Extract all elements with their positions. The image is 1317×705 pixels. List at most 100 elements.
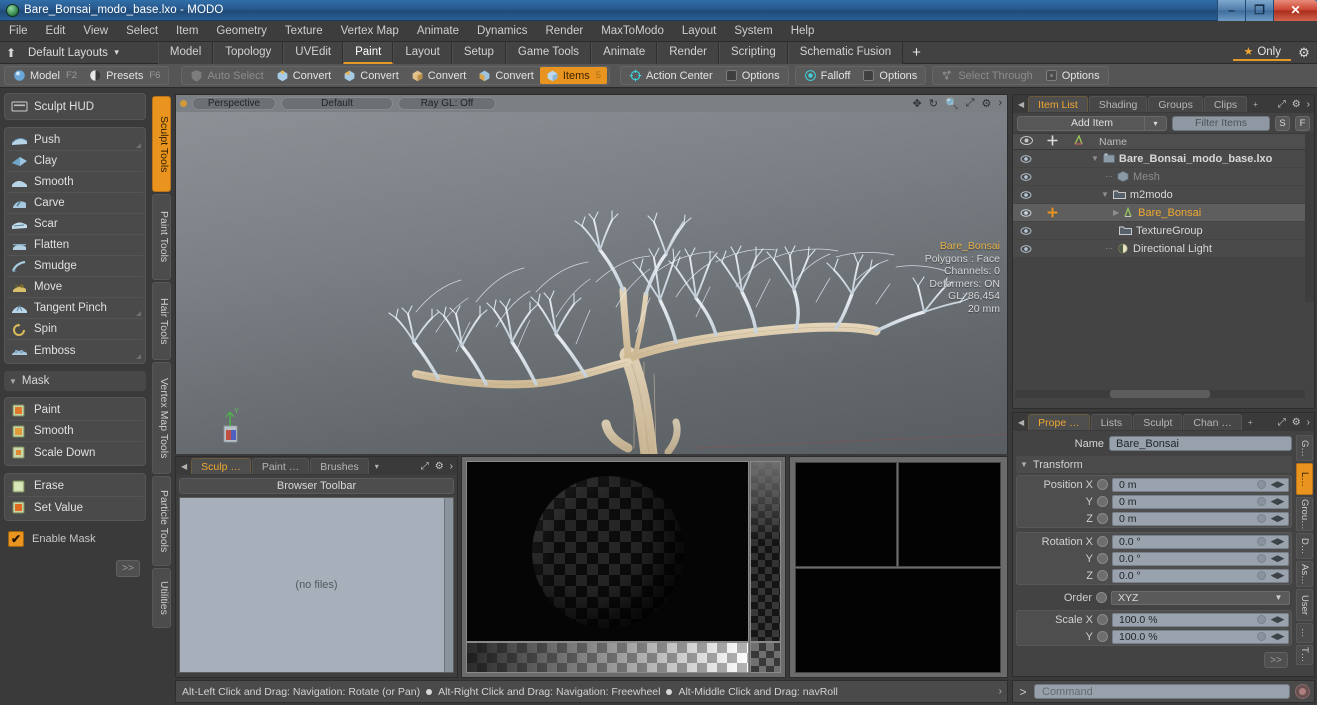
keyframe-dot-icon[interactable] [1257, 615, 1266, 624]
tool-push[interactable]: Push [7, 130, 143, 151]
chevron-left-icon[interactable]: ◀ [178, 462, 190, 471]
tool-carve[interactable]: Carve [7, 193, 143, 214]
tool-spin[interactable]: Spin [7, 319, 143, 340]
rotation-y-anim-knob[interactable] [1097, 553, 1108, 564]
item-list-hscroll-thumb[interactable] [1110, 390, 1210, 398]
chevron-right-icon[interactable]: › [1307, 99, 1310, 110]
vtab-particle-tools[interactable]: Particle Tools [152, 476, 171, 566]
item-name-input[interactable]: Bare_Bonsai [1109, 436, 1292, 451]
properties-expand-button[interactable]: >> [1264, 652, 1288, 668]
eye-icon[interactable] [1013, 208, 1039, 217]
tab-clips[interactable]: Clips [1203, 96, 1248, 112]
stepper-icon[interactable]: ◀▶ [1269, 479, 1286, 490]
add-tab-button[interactable]: + [1243, 414, 1258, 430]
chevron-down-icon[interactable]: ▼ [1091, 154, 1099, 163]
keyframe-dot-icon[interactable] [1257, 497, 1266, 506]
minimize-button[interactable]: – [1217, 0, 1245, 21]
auto-select-button[interactable]: Auto Select [184, 67, 269, 84]
tab-brushes[interactable]: Brushes [310, 458, 369, 474]
items-mode-button[interactable]: Items 5 [539, 67, 608, 84]
rotation-x-anim-knob[interactable] [1097, 536, 1108, 547]
vtab-paint-tools[interactable]: Paint Tools [152, 194, 171, 280]
gear-icon[interactable]: ⚙ [1292, 99, 1301, 110]
tool-smooth[interactable]: Smooth [7, 172, 143, 193]
tab-sculpt-browser[interactable]: Sculp … [191, 458, 251, 474]
action-center-button[interactable]: Action Center [623, 67, 719, 84]
only-toggle[interactable]: ★ Only [1233, 45, 1291, 61]
menu-select[interactable]: Select [117, 21, 167, 42]
convert-poly-button[interactable]: Convert [405, 67, 473, 84]
chevron-left-icon[interactable]: ◀ [1015, 100, 1027, 109]
preview-cell-c[interactable] [795, 568, 1001, 673]
convert-material-button[interactable]: Convert [472, 67, 540, 84]
color-swatch[interactable] [750, 642, 781, 673]
table-row[interactable]: ▼ Bare_Bonsai_modo_base.lxo [1013, 150, 1314, 168]
rotation-order-anim-knob[interactable] [1096, 592, 1107, 603]
item-row-name-cell[interactable]: ⋯ Directional Light [1091, 243, 1314, 255]
chevron-down-icon[interactable]: ▾ [1144, 116, 1166, 130]
menu-system[interactable]: System [725, 21, 781, 42]
menu-edit[interactable]: Edit [37, 21, 75, 42]
vtab-general[interactable]: G… [1296, 435, 1313, 461]
action-center-options-button[interactable]: Options [719, 67, 786, 84]
mode-model-button[interactable]: Model F2 [7, 67, 83, 84]
tool-clay[interactable]: Clay [7, 151, 143, 172]
browser-scrollbar[interactable] [444, 498, 453, 672]
grayscale-gradient-bar[interactable] [466, 642, 749, 673]
position-z-anim-knob[interactable] [1097, 513, 1108, 524]
gear-icon[interactable]: ⚙ [1292, 417, 1301, 428]
stepper-icon[interactable]: ◀▶ [1269, 570, 1286, 581]
tab-game-tools[interactable]: Game Tools [505, 41, 592, 64]
menu-texture[interactable]: Texture [276, 21, 332, 42]
rotation-z-anim-knob[interactable] [1097, 570, 1108, 581]
chevron-down-icon[interactable]: ▼ [1270, 593, 1287, 602]
tab-layout[interactable]: Layout [393, 41, 452, 64]
layout-selector[interactable]: Default Layouts [28, 47, 120, 59]
gear-icon[interactable]: ⚙ [435, 461, 444, 472]
vtab-more[interactable]: … [1296, 623, 1313, 643]
add-tab-button[interactable]: + [1248, 96, 1263, 112]
item-row-name-cell[interactable]: ▼ m2modo [1091, 189, 1314, 201]
home-upload-icon[interactable]: ⬆ [0, 46, 22, 60]
texture-preview-main[interactable] [466, 461, 749, 642]
tool-scar[interactable]: Scar [7, 214, 143, 235]
vtab-locator[interactable]: L… [1296, 463, 1313, 495]
table-row[interactable]: TextureGroup [1013, 222, 1314, 240]
item-list-vscrollbar[interactable] [1305, 132, 1314, 302]
item-list-hscrollbar[interactable] [1015, 390, 1305, 398]
gear-icon[interactable]: ⚙ [1291, 45, 1317, 61]
tab-channels[interactable]: Chan … [1183, 414, 1242, 430]
stepper-icon[interactable]: ◀▶ [1269, 614, 1286, 625]
position-x-anim-knob[interactable] [1097, 479, 1108, 490]
add-tab-button[interactable]: + [903, 42, 930, 64]
convert-vertex-button[interactable]: Convert [270, 67, 338, 84]
enable-mask-row[interactable]: ✔ Enable Mask [4, 528, 146, 550]
tab-sculpt[interactable]: Sculpt [1133, 414, 1183, 430]
tab-properties[interactable]: Prope … [1028, 414, 1090, 430]
stepper-icon[interactable]: ◀▶ [1269, 631, 1286, 642]
mask-set-value[interactable]: Set Value [7, 497, 143, 518]
menu-animate[interactable]: Animate [408, 21, 468, 42]
eye-icon[interactable] [1013, 190, 1039, 199]
falloff-button[interactable]: Falloff [798, 67, 857, 84]
mask-section-header[interactable]: ▼ Mask [4, 371, 146, 391]
chevron-right-icon[interactable]: ▶ [1113, 208, 1119, 217]
eye-icon[interactable] [1013, 244, 1039, 253]
tab-groups[interactable]: Groups [1148, 96, 1203, 112]
vtab-transform[interactable]: T… [1296, 645, 1313, 665]
position-z-input[interactable]: 0 m ◀▶ [1112, 511, 1289, 526]
chevron-down-icon[interactable]: ▾ [370, 458, 384, 474]
filter-items-input[interactable]: Filter Items [1172, 115, 1270, 131]
keyframe-dot-icon[interactable] [1257, 537, 1266, 546]
menu-geometry[interactable]: Geometry [207, 21, 276, 42]
keyframe-dot-icon[interactable] [1257, 632, 1266, 641]
menu-help[interactable]: Help [782, 21, 824, 42]
vtab-display[interactable]: D… [1296, 533, 1313, 559]
stepper-icon[interactable]: ◀▶ [1269, 513, 1286, 524]
falloff-options-button[interactable]: Options [856, 67, 923, 84]
filter-s-button[interactable]: S [1275, 115, 1290, 131]
viewport-canvas[interactable]: Bare_Bonsai Polygons : Face Channels: 0 … [176, 112, 1007, 454]
expand-icon[interactable]: ⤢ [1278, 417, 1286, 428]
vtab-sculpt-tools[interactable]: Sculpt Tools [152, 96, 171, 192]
left-panel-expand-button[interactable]: >> [116, 560, 140, 577]
